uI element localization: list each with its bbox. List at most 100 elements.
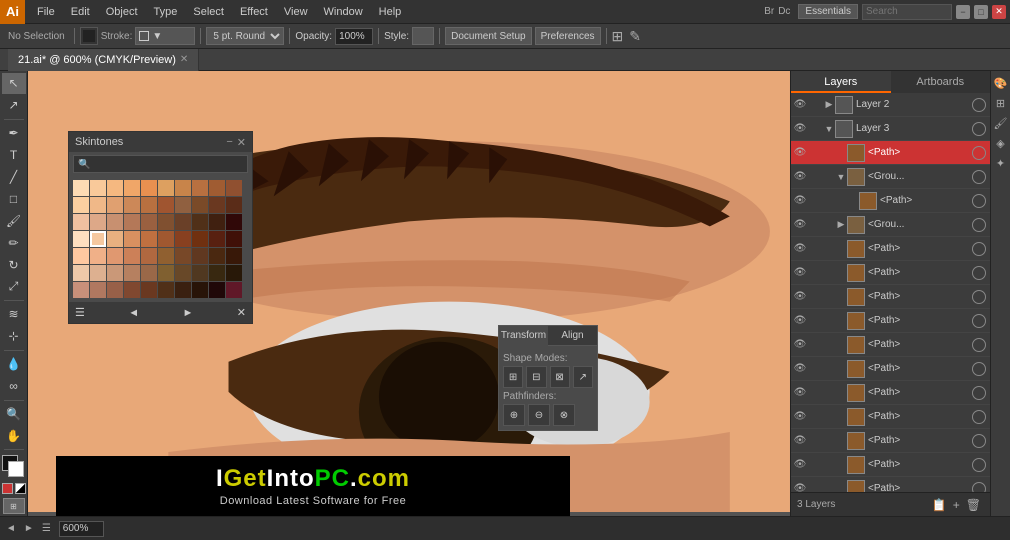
layer-visibility-icon[interactable]: 👁 [791, 243, 809, 254]
intersect-pathfinder-button[interactable]: ⊗ [553, 404, 575, 426]
layer-row[interactable]: 👁<Path> [791, 333, 990, 357]
screen-mode-button[interactable]: ⊞ [3, 498, 25, 514]
color-swatch-51[interactable] [90, 265, 106, 281]
layer-visibility-icon[interactable]: 👁 [791, 147, 809, 158]
search-input[interactable] [862, 4, 952, 20]
free-transform-button[interactable]: ⊹ [2, 326, 26, 347]
tab-close-button[interactable]: ✕ [180, 49, 188, 71]
color-swatch-32[interactable] [107, 231, 123, 247]
color-swatch-1[interactable] [90, 180, 106, 196]
next-artboard-button[interactable]: ► [24, 523, 34, 534]
layer-row[interactable]: 👁<Path> [791, 453, 990, 477]
menu-effect[interactable]: Effect [232, 0, 276, 24]
layer-target-indicator[interactable] [972, 146, 986, 160]
color-swatch-30[interactable] [73, 231, 89, 247]
color-swatch-12[interactable] [107, 197, 123, 213]
color-swatch-33[interactable] [124, 231, 140, 247]
color-swatch-34[interactable] [141, 231, 157, 247]
color-swatch-52[interactable] [107, 265, 123, 281]
color-swatch-41[interactable] [90, 248, 106, 264]
brush-size-select[interactable]: 5 pt. Round [206, 27, 284, 45]
color-swatch-36[interactable] [175, 231, 191, 247]
menu-view[interactable]: View [276, 0, 316, 24]
layer-target-indicator[interactable] [972, 218, 986, 232]
layer-row[interactable]: 👁<Path> [791, 261, 990, 285]
layer-row[interactable]: 👁<Path> [791, 237, 990, 261]
color-swatch-6[interactable] [175, 180, 191, 196]
unite-button[interactable]: ⊞ [503, 366, 523, 388]
menu-select[interactable]: Select [185, 0, 232, 24]
color-swatch-62[interactable] [107, 282, 123, 298]
layer-row[interactable]: 👁<Path> [791, 141, 990, 165]
warp-tool-button[interactable]: ≋ [2, 304, 26, 325]
make-sublayer-button[interactable]: 📋 [929, 498, 950, 512]
color-swatch-16[interactable] [175, 197, 191, 213]
layer-row[interactable]: 👁<Path> [791, 405, 990, 429]
layer-target-indicator[interactable] [972, 170, 986, 184]
skintones-search-input[interactable] [73, 155, 248, 173]
layer-row[interactable]: 👁▼<Grou... [791, 165, 990, 189]
color-swatch-15[interactable] [158, 197, 174, 213]
delete-layer-button[interactable]: 🗑 [963, 498, 984, 512]
color-swatch-49[interactable] [226, 248, 242, 264]
swatches-panel-button[interactable]: ⊞ [994, 95, 1007, 112]
align-tab[interactable]: Align [548, 326, 597, 346]
color-swatch-20[interactable] [73, 214, 89, 230]
color-swatch-14[interactable] [141, 197, 157, 213]
color-swatch-50[interactable] [73, 265, 89, 281]
new-layer-button[interactable]: + [950, 498, 963, 512]
menu-edit[interactable]: Edit [63, 0, 98, 24]
fill-stroke-indicator[interactable] [2, 455, 26, 478]
layer-visibility-icon[interactable]: 👁 [791, 171, 809, 182]
layer-target-indicator[interactable] [972, 314, 986, 328]
paintbrush-tool-button[interactable]: 🖌 [2, 210, 26, 231]
layer-target-indicator[interactable] [972, 458, 986, 472]
eyedropper-tool-button[interactable]: 💧 [2, 354, 26, 375]
panel-close-button[interactable]: ✕ [237, 136, 246, 149]
fill-swatch[interactable] [80, 27, 98, 45]
color-swatch-24[interactable] [141, 214, 157, 230]
menu-object[interactable]: Object [98, 0, 146, 24]
new-swatch-button[interactable]: ✕ [235, 304, 248, 321]
color-swatch-48[interactable] [209, 248, 225, 264]
layer-visibility-icon[interactable]: 👁 [791, 267, 809, 278]
zoom-tool-button[interactable]: 🔍 [2, 404, 26, 425]
pen-tool-button[interactable]: ✒ [2, 123, 26, 144]
layer-visibility-icon[interactable]: 👁 [791, 363, 809, 374]
menu-help[interactable]: Help [371, 0, 410, 24]
layer-visibility-icon[interactable]: 👁 [791, 195, 809, 206]
layer-expand-icon[interactable]: ▶ [835, 219, 847, 230]
layer-target-indicator[interactable] [972, 434, 986, 448]
active-document-tab[interactable]: 21.ai* @ 600% (CMYK/Preview) ✕ [8, 49, 199, 71]
layer-visibility-icon[interactable]: 👁 [791, 123, 809, 134]
layer-target-indicator[interactable] [972, 290, 986, 304]
layer-row[interactable]: 👁▶<Grou... [791, 213, 990, 237]
prev-artboard-button[interactable]: ◄ [6, 523, 16, 534]
color-swatch-0[interactable] [73, 180, 89, 196]
layer-target-indicator[interactable] [972, 338, 986, 352]
pen-cursor-icon[interactable]: ✎ [629, 28, 641, 45]
canvas-area[interactable]: Skintones − ✕ ☰ ◄ ► ✕ Transform A [28, 71, 790, 516]
preferences-button[interactable]: Preferences [535, 27, 601, 45]
arrange-icon[interactable]: ⊞ [612, 28, 624, 45]
intersect-button[interactable]: ⊠ [550, 366, 570, 388]
color-swatch-65[interactable] [158, 282, 174, 298]
color-swatch-69[interactable] [226, 282, 242, 298]
color-swatch-9[interactable] [226, 180, 242, 196]
color-swatch-37[interactable] [192, 231, 208, 247]
color-swatch-53[interactable] [124, 265, 140, 281]
workspace-dropdown[interactable]: Essentials [798, 4, 858, 19]
close-button[interactable]: ✕ [992, 5, 1006, 19]
color-swatch-28[interactable] [209, 214, 225, 230]
subtract-pathfinder-button[interactable]: ⊖ [528, 404, 550, 426]
scale-tool-button[interactable]: ⤢ [2, 276, 26, 297]
color-swatch-25[interactable] [158, 214, 174, 230]
color-swatch-10[interactable] [73, 197, 89, 213]
color-swatch-67[interactable] [192, 282, 208, 298]
color-swatch-54[interactable] [141, 265, 157, 281]
layer-row[interactable]: 👁<Path> [791, 357, 990, 381]
color-swatch-68[interactable] [209, 282, 225, 298]
zoom-input[interactable] [59, 521, 104, 537]
color-swatch-2[interactable] [107, 180, 123, 196]
layer-target-indicator[interactable] [972, 482, 986, 493]
